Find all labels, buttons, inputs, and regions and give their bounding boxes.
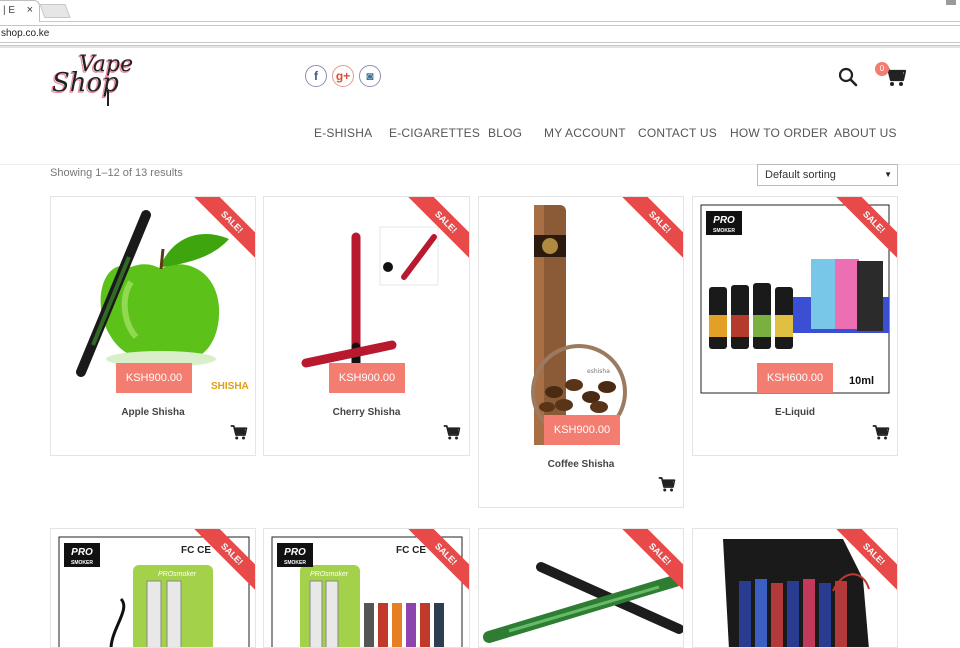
- nav-blog[interactable]: BLOG: [488, 126, 522, 140]
- pro-label: PRO: [284, 547, 306, 558]
- minimize-icon[interactable]: [946, 0, 956, 5]
- browser-tab-title: | E: [3, 5, 16, 16]
- product-name[interactable]: E-Liquid: [693, 407, 897, 418]
- pro-subtext: SMOKER: [71, 560, 93, 566]
- product-card-apple-shisha[interactable]: SALE! KSH900.00 SHISHA Apple Shisha: [50, 196, 256, 456]
- nav-contact-us[interactable]: CONTACT US: [638, 126, 717, 140]
- product-card-green-shisha[interactable]: SALE!: [478, 528, 684, 648]
- nav-e-shisha[interactable]: E-SHISHA: [314, 126, 372, 140]
- cart-count-badge: 0: [875, 62, 889, 76]
- nav-e-cigarettes[interactable]: E-CIGARETTES: [389, 126, 480, 140]
- site-logo[interactable]: Vape Vape Shop Shop: [50, 52, 154, 108]
- results-count: Showing 1–12 of 13 results: [50, 167, 183, 179]
- certification-marks: FC CE: [396, 545, 426, 556]
- add-to-cart-icon[interactable]: [442, 423, 462, 441]
- nav-about-us[interactable]: ABOUT US: [834, 126, 897, 140]
- browser-divider: [0, 46, 960, 48]
- product-name[interactable]: Coffee Shisha: [479, 459, 683, 470]
- pro-smoker-logo: PRO SMOKER: [64, 543, 100, 567]
- price-tag: KSH900.00: [116, 363, 192, 393]
- pro-smoker-logo: PRO SMOKER: [706, 211, 742, 235]
- pro-label: PRO: [71, 547, 93, 558]
- product-card-pro-smoker-kit[interactable]: PROsmoker PRO SMOKER FC CE SALE!: [50, 528, 256, 648]
- pro-subtext: SMOKER: [713, 228, 735, 234]
- address-input[interactable]: shop.co.ke: [0, 25, 960, 43]
- eshisha-watermark: eshisha: [587, 368, 610, 375]
- instagram-icon[interactable]: ◙: [359, 65, 381, 87]
- product-name[interactable]: Cherry Shisha: [264, 407, 469, 418]
- browser-tab-strip: | E ×: [0, 0, 960, 22]
- pro-smoker-logo: PRO SMOKER: [277, 543, 313, 567]
- add-to-cart-icon[interactable]: [229, 423, 249, 441]
- facebook-icon[interactable]: f: [305, 65, 327, 87]
- certification-marks: FC CE: [181, 545, 211, 556]
- box-brand-label: PROsmoker: [158, 571, 197, 578]
- nav-how-to-order[interactable]: HOW TO ORDER: [730, 126, 828, 140]
- product-card-shisha-display[interactable]: SALE!: [692, 528, 898, 648]
- box-brand-label: PROsmoker: [310, 571, 349, 578]
- product-card-coffee-shisha[interactable]: eshisha SALE! KSH900.00 Coffee Shisha: [478, 196, 684, 508]
- google-plus-icon[interactable]: g+: [332, 65, 354, 87]
- product-card-pro-smoker-tanks[interactable]: PROsmoker PRO SMOKER FC CE SALE!: [263, 528, 470, 648]
- sorting-value: Default sorting: [765, 169, 836, 181]
- pro-label: PRO: [713, 215, 735, 226]
- product-image: eshisha: [531, 205, 627, 445]
- browser-tab[interactable]: | E ×: [0, 0, 40, 22]
- search-icon[interactable]: [838, 67, 858, 87]
- product-name[interactable]: Apple Shisha: [51, 407, 255, 418]
- add-to-cart-icon[interactable]: [657, 475, 677, 493]
- product-card-e-liquid[interactable]: PRO SMOKER SALE! KSH600.00 10ml E-Liquid: [692, 196, 898, 456]
- svg-text:Shop: Shop: [52, 68, 119, 98]
- pro-subtext: SMOKER: [284, 560, 306, 566]
- price-tag: KSH600.00: [757, 363, 833, 393]
- close-tab-icon[interactable]: ×: [27, 4, 33, 16]
- new-tab-button[interactable]: [39, 4, 71, 18]
- add-to-cart-icon[interactable]: [871, 423, 891, 441]
- nav-my-account[interactable]: MY ACCOUNT: [544, 126, 626, 140]
- product-card-cherry-shisha[interactable]: SALE! KSH900.00 Cherry Shisha: [263, 196, 470, 456]
- price-tag: KSH900.00: [329, 363, 405, 393]
- browser-address-bar: shop.co.ke: [0, 22, 960, 46]
- price-tag: KSH900.00: [544, 415, 620, 445]
- chevron-down-icon: ▼: [884, 170, 892, 179]
- sorting-select[interactable]: Default sorting ▼: [757, 164, 898, 186]
- shisha-label: SHISHA: [211, 381, 249, 392]
- volume-label: 10ml: [849, 375, 875, 387]
